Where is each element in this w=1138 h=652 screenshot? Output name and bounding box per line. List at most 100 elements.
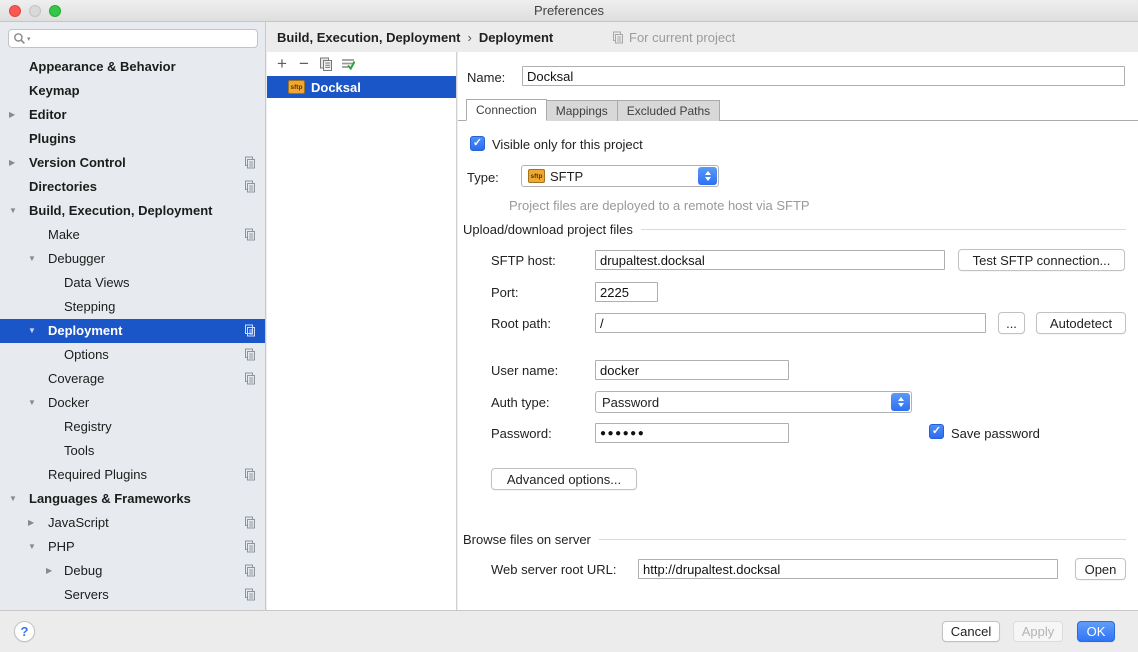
test-sftp-connection-button[interactable]: Test SFTP connection... bbox=[958, 249, 1125, 271]
upload-section-header: Upload/download project files bbox=[463, 222, 1126, 237]
server-list-item-docksal[interactable]: sftp Docksal bbox=[267, 76, 456, 98]
sidebar-item-build-execution-deployment[interactable]: ▼Build, Execution, Deployment bbox=[0, 199, 265, 223]
sidebar-item-data-views[interactable]: Data Views bbox=[0, 271, 265, 295]
sidebar-item-php[interactable]: ▼PHP bbox=[0, 535, 265, 559]
sidebar-item-directories[interactable]: Directories bbox=[0, 175, 265, 199]
browse-root-path-button[interactable]: ... bbox=[998, 312, 1025, 334]
password-label: Password: bbox=[491, 426, 552, 441]
auth-type-label: Auth type: bbox=[491, 395, 550, 410]
chevron-down-icon[interactable]: ▼ bbox=[28, 247, 36, 271]
apply-button[interactable]: Apply bbox=[1013, 621, 1063, 642]
chevron-down-icon[interactable]: ▼ bbox=[28, 391, 36, 415]
project-scope-icon bbox=[244, 540, 256, 556]
chevron-down-icon[interactable]: ▼ bbox=[28, 535, 36, 559]
server-name: Docksal bbox=[311, 80, 361, 95]
use-as-default-icon bbox=[341, 57, 355, 71]
search-input[interactable] bbox=[33, 32, 257, 46]
sidebar-item-coverage[interactable]: Coverage bbox=[0, 367, 265, 391]
breadcrumb-item-current[interactable]: Deployment bbox=[479, 30, 553, 45]
sidebar-item-required-plugins[interactable]: Required Plugins bbox=[0, 463, 265, 487]
open-url-button[interactable]: Open bbox=[1075, 558, 1126, 580]
port-input[interactable] bbox=[595, 282, 658, 302]
tab-excluded-paths[interactable]: Excluded Paths bbox=[617, 100, 720, 121]
sidebar-item-label: Appearance & Behavior bbox=[29, 55, 176, 79]
advanced-options-button[interactable]: Advanced options... bbox=[491, 468, 637, 490]
remove-server-button[interactable]: − bbox=[293, 53, 315, 75]
sidebar-item-label: JavaScript bbox=[48, 511, 109, 535]
sidebar-item-editor[interactable]: ▶Editor bbox=[0, 103, 265, 127]
sftp-file-icon: sftp bbox=[288, 80, 305, 94]
sidebar-item-plugins[interactable]: Plugins bbox=[0, 127, 265, 151]
cancel-button[interactable]: Cancel bbox=[942, 621, 1000, 642]
sidebar-item-stepping[interactable]: Stepping bbox=[0, 295, 265, 319]
root-path-label: Root path: bbox=[491, 316, 551, 331]
chevron-right-icon[interactable]: ▶ bbox=[9, 151, 15, 175]
user-name-label: User name: bbox=[491, 363, 558, 378]
settings-search[interactable]: ▾ bbox=[8, 29, 258, 48]
sidebar-item-label: Make bbox=[48, 223, 80, 247]
project-scope-icon bbox=[244, 156, 256, 172]
auth-type-select[interactable]: Password bbox=[595, 391, 912, 413]
autodetect-button[interactable]: Autodetect bbox=[1036, 312, 1126, 334]
sidebar-item-label: Stepping bbox=[64, 295, 115, 319]
use-as-default-button[interactable] bbox=[337, 53, 359, 75]
tab-connection[interactable]: Connection bbox=[466, 99, 547, 121]
preferences-window: Preferences ▾ Appearance & BehaviorKeyma… bbox=[0, 0, 1138, 652]
chevron-right-icon[interactable]: ▶ bbox=[46, 559, 52, 583]
save-password-checkbox[interactable]: ✓ bbox=[929, 424, 944, 439]
help-button[interactable]: ? bbox=[14, 621, 35, 642]
tab-mappings[interactable]: Mappings bbox=[546, 100, 618, 121]
root-path-input[interactable] bbox=[595, 313, 986, 333]
project-scope-icon bbox=[612, 31, 624, 44]
sidebar-item-label: Tools bbox=[64, 439, 94, 463]
breadcrumb-item-parent[interactable]: Build, Execution, Deployment bbox=[277, 30, 460, 45]
name-input[interactable] bbox=[522, 66, 1125, 86]
browse-section-title: Browse files on server bbox=[463, 532, 591, 547]
user-name-input[interactable] bbox=[595, 360, 789, 380]
section-divider bbox=[641, 229, 1126, 230]
browse-section-header: Browse files on server bbox=[463, 532, 1126, 547]
project-scope-icon bbox=[244, 588, 256, 604]
sidebar-item-make[interactable]: Make bbox=[0, 223, 265, 247]
chevron-down-icon[interactable]: ▼ bbox=[9, 199, 17, 223]
chevron-down-icon[interactable]: ▼ bbox=[28, 319, 36, 343]
save-password-label: Save password bbox=[951, 426, 1040, 441]
sidebar-item-languages-frameworks[interactable]: ▼Languages & Frameworks bbox=[0, 487, 265, 511]
project-scope-icon bbox=[244, 372, 256, 388]
title-bar: Preferences bbox=[0, 0, 1138, 22]
sidebar-item-keymap[interactable]: Keymap bbox=[0, 79, 265, 103]
chevron-right-icon[interactable]: ▶ bbox=[9, 103, 15, 127]
add-server-button[interactable]: + bbox=[271, 53, 293, 75]
sidebar-item-servers[interactable]: Servers bbox=[0, 583, 265, 607]
chevron-right-icon[interactable]: ▶ bbox=[28, 511, 34, 535]
sidebar-item-label: Keymap bbox=[29, 79, 80, 103]
ok-button[interactable]: OK bbox=[1077, 621, 1115, 642]
sidebar-item-javascript[interactable]: ▶ JavaScript bbox=[0, 511, 265, 535]
sidebar-item-label: Docker bbox=[48, 391, 89, 415]
sidebar-item-label: Registry bbox=[64, 415, 112, 439]
project-scope-icon bbox=[244, 516, 256, 532]
sidebar-item-label: Version Control bbox=[29, 151, 126, 175]
type-select[interactable]: sftp SFTP bbox=[521, 165, 719, 187]
settings-sidebar: ▾ Appearance & BehaviorKeymap▶EditorPlug… bbox=[0, 22, 266, 610]
sidebar-item-version-control[interactable]: ▶ Version Control bbox=[0, 151, 265, 175]
sidebar-item-appearance-behavior[interactable]: Appearance & Behavior bbox=[0, 55, 265, 79]
sidebar-item-debugger[interactable]: ▼Debugger bbox=[0, 247, 265, 271]
sidebar-item-debug[interactable]: ▶Debug bbox=[0, 559, 265, 583]
scope-indicator[interactable]: For current project bbox=[612, 22, 735, 52]
copy-server-button[interactable] bbox=[315, 53, 337, 75]
sidebar-item-docker[interactable]: ▼ Docker bbox=[0, 391, 265, 415]
sftp-host-input[interactable] bbox=[595, 250, 945, 270]
web-root-input[interactable] bbox=[638, 559, 1058, 579]
chevron-down-icon[interactable]: ▼ bbox=[9, 487, 17, 511]
sidebar-item-deployment[interactable]: ▼Deployment bbox=[0, 319, 265, 343]
visible-project-checkbox[interactable]: ✓ bbox=[470, 136, 485, 151]
password-input[interactable] bbox=[595, 423, 789, 443]
type-label: Type: bbox=[467, 170, 499, 185]
project-scope-icon bbox=[244, 180, 256, 196]
sidebar-item-registry[interactable]: Registry bbox=[0, 415, 265, 439]
sidebar-item-options[interactable]: Options bbox=[0, 343, 265, 367]
server-list-panel: + − sftp Docksal bbox=[267, 52, 457, 610]
sidebar-item-tools[interactable]: Tools bbox=[0, 439, 265, 463]
visible-project-label: Visible only for this project bbox=[492, 137, 643, 152]
